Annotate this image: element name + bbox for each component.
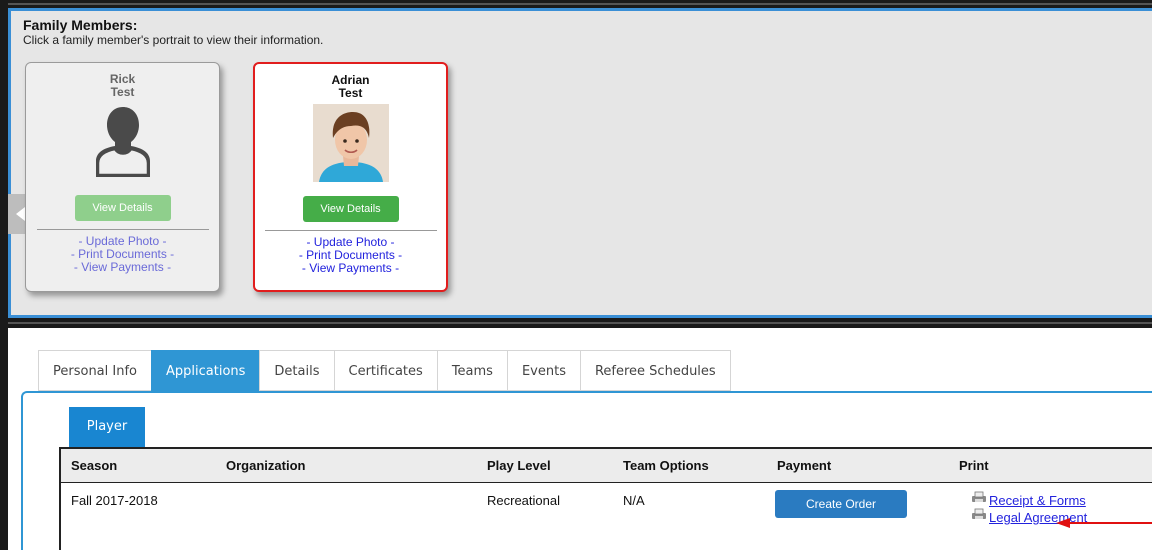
tab-player[interactable]: Player: [69, 407, 145, 447]
top-border: [0, 0, 1152, 8]
column-header-season: Season: [71, 458, 118, 473]
applications-table: Season Organization Play Level Team Opti…: [59, 447, 1152, 550]
tab-events[interactable]: Events: [506, 350, 580, 391]
view-payments-link[interactable]: - View Payments -: [26, 261, 219, 274]
view-payments-link[interactable]: - View Payments -: [255, 262, 446, 275]
tab-applications[interactable]: Applications: [151, 350, 260, 391]
printer-icon: [972, 491, 986, 502]
printer-icon: [972, 508, 986, 519]
view-details-button[interactable]: View Details: [302, 196, 399, 222]
tab-referee-schedules[interactable]: Referee Schedules: [579, 350, 731, 391]
card-divider: [264, 230, 437, 231]
cell-season: Fall 2017-2018: [71, 493, 158, 508]
table-header: Season Organization Play Level Team Opti…: [61, 449, 1152, 483]
column-header-play-level: Play Level: [487, 458, 551, 473]
member-card-adrian[interactable]: Adrian Test View Details - Update Photo …: [253, 62, 448, 292]
applications-content: Player Season Organization Play Level Te…: [21, 391, 1152, 550]
column-header-organization: Organization: [226, 458, 306, 473]
column-header-payment: Payment: [777, 458, 832, 473]
member-name: Rick Test: [26, 73, 219, 99]
card-divider: [36, 229, 209, 230]
section-divider: [8, 318, 1152, 328]
member-name: Adrian Test: [255, 74, 446, 100]
member-info-panel: Personal Info Applications Details Certi…: [8, 328, 1152, 550]
tab-personal-info[interactable]: Personal Info: [38, 350, 151, 391]
tab-certificates[interactable]: Certificates: [333, 350, 437, 391]
create-order-button[interactable]: Create Order: [775, 490, 907, 518]
member-last-name: Test: [338, 86, 363, 100]
family-title: Family Members:: [23, 17, 138, 33]
member-last-name: Test: [110, 85, 135, 99]
cell-team-options: N/A: [623, 493, 645, 508]
member-card-rick[interactable]: Rick Test View Details - Update Photo - …: [25, 62, 220, 292]
person-silhouette-icon[interactable]: [85, 103, 161, 181]
tab-teams[interactable]: Teams: [436, 350, 507, 391]
receipt-forms-link[interactable]: Receipt & Forms: [989, 493, 1086, 508]
view-details-button[interactable]: View Details: [74, 195, 171, 221]
family-subtitle: Click a family member's portrait to view…: [23, 33, 324, 47]
column-header-print: Print: [959, 458, 989, 473]
red-arrow-icon: [1056, 518, 1152, 528]
column-header-team-options: Team Options: [623, 458, 709, 473]
tab-bar: Personal Info Applications Details Certi…: [38, 350, 731, 391]
member-portrait-photo[interactable]: [312, 104, 389, 182]
tab-details[interactable]: Details: [259, 350, 334, 391]
cell-play-level: Recreational: [487, 493, 560, 508]
